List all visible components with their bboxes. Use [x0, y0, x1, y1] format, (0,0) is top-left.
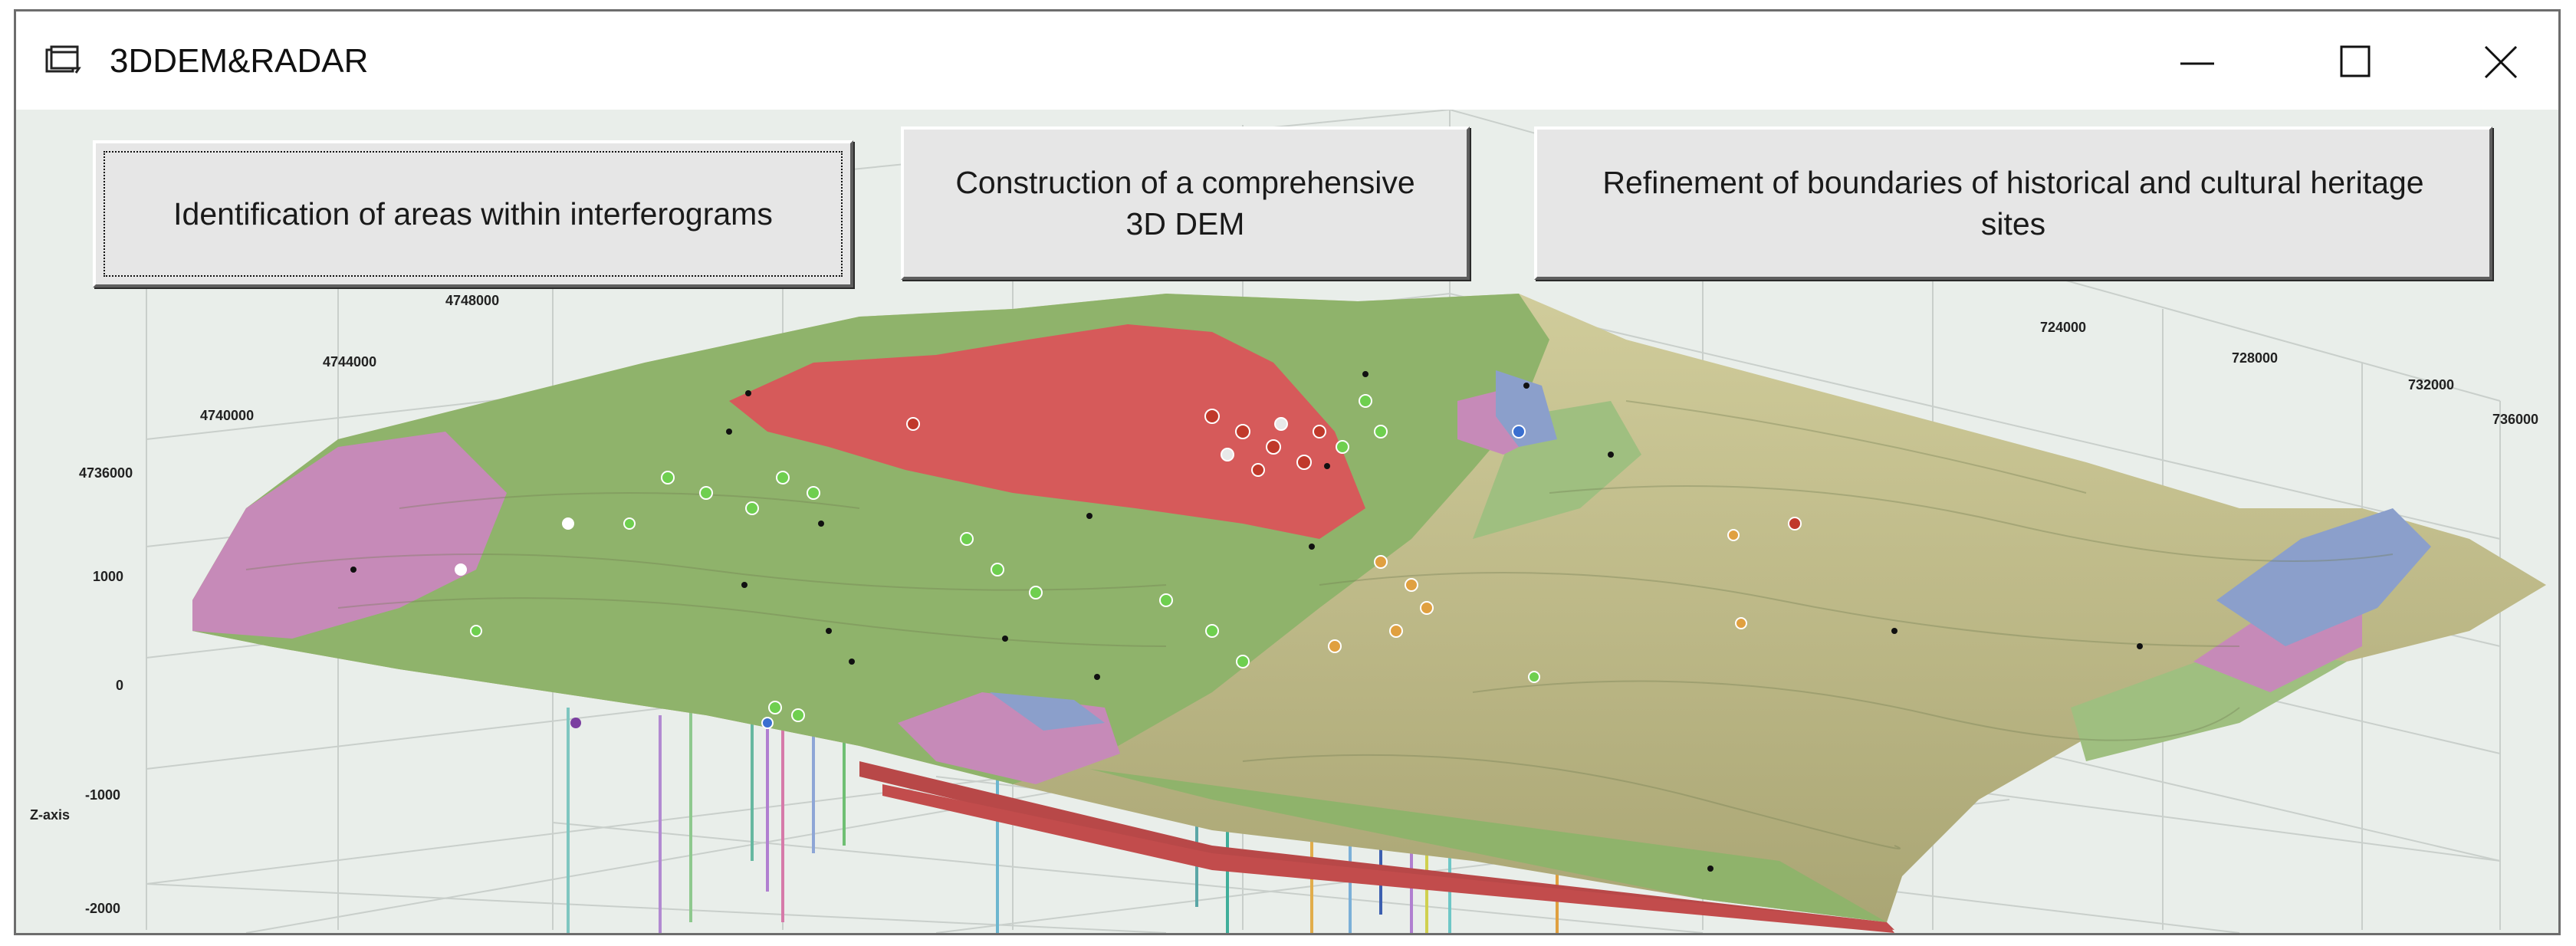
- x-axis-ticks: 724000 728000 732000 736000: [2040, 320, 2538, 427]
- refinement-button-label: Refinement of boundaries of historical a…: [1602, 165, 2424, 241]
- visualization-area: 4748000 4744000 4740000 4736000 724000 7…: [16, 110, 2558, 933]
- z-tick: 0: [116, 678, 123, 693]
- z-axis-ticks: 1000 0 -1000 -2000 Z-axis: [30, 569, 123, 916]
- x-tick: 732000: [2408, 377, 2454, 393]
- x-tick: 724000: [2040, 320, 2086, 335]
- identification-button[interactable]: Identification of areas within interfero…: [93, 140, 853, 287]
- construction-button[interactable]: Construction of a comprehensive 3D DEM: [901, 126, 1470, 280]
- z-tick: -1000: [85, 787, 120, 803]
- x-tick: 736000: [2492, 412, 2538, 427]
- x-tick: 728000: [2232, 350, 2278, 366]
- app-window-icon: [45, 45, 81, 74]
- refinement-button[interactable]: Refinement of boundaries of historical a…: [1534, 126, 2492, 280]
- close-icon: [2484, 45, 2518, 79]
- y-tick: 4744000: [323, 354, 376, 370]
- z-tick: -2000: [85, 901, 120, 916]
- close-button[interactable]: [2459, 34, 2543, 88]
- y-tick: 4736000: [79, 465, 133, 481]
- minimize-icon: [2180, 62, 2214, 65]
- app-window: 3DDEM&RADAR 4748000 4744000 4740000 4736…: [14, 9, 2561, 935]
- maximize-icon: [2340, 45, 2371, 77]
- y-tick: 4740000: [200, 408, 254, 423]
- construction-button-label: Construction of a comprehensive 3D DEM: [955, 165, 1415, 241]
- title-bar[interactable]: 3DDEM&RADAR: [16, 11, 2558, 110]
- z-axis-label: Z-axis: [30, 807, 70, 823]
- z-tick: 1000: [93, 569, 123, 584]
- y-tick: 4748000: [445, 293, 499, 308]
- window-title: 3DDEM&RADAR: [110, 42, 369, 80]
- identification-button-label: Identification of areas within interfero…: [173, 196, 773, 232]
- minimize-button[interactable]: [2155, 34, 2239, 88]
- maximize-button[interactable]: [2313, 34, 2397, 88]
